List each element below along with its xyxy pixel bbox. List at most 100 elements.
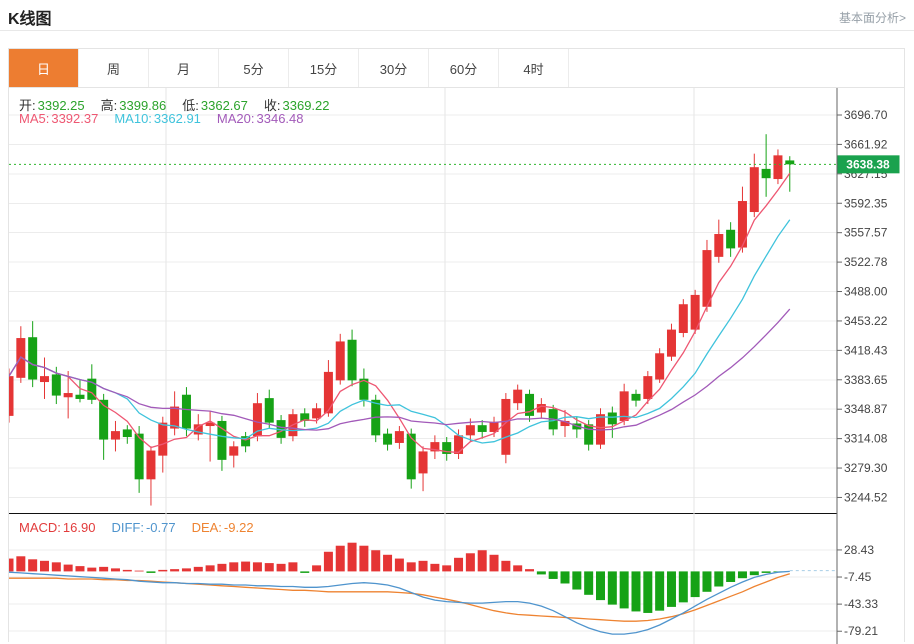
macd-histogram-bar — [277, 564, 286, 572]
macd-histogram-bar — [75, 566, 84, 571]
tab-60min[interactable]: 60分 — [429, 49, 499, 87]
macd-histogram-bar — [194, 567, 203, 572]
macd-histogram-bar — [561, 571, 570, 583]
macd-histogram-bar — [454, 558, 463, 572]
candle-body — [702, 250, 711, 307]
macd-histogram-bar — [395, 559, 404, 572]
macd-histogram-bar — [383, 555, 392, 572]
page-title: K线图 — [8, 5, 52, 29]
candle-body — [229, 446, 238, 455]
tab-day[interactable]: 日 — [9, 49, 79, 87]
tab-4hour[interactable]: 4时 — [499, 49, 569, 87]
candle-body — [182, 395, 191, 429]
macd-histogram-bar — [16, 556, 25, 571]
macd-histogram-bar — [738, 571, 747, 578]
tab-week[interactable]: 周 — [79, 49, 149, 87]
macd-histogram-bar — [702, 571, 711, 591]
macd-histogram-bar — [87, 568, 96, 572]
macd-histogram-bar — [572, 571, 581, 589]
candle-body — [383, 434, 392, 445]
macd-histogram-bar — [135, 571, 144, 572]
candle-body — [336, 341, 345, 380]
candle-body — [478, 425, 487, 432]
fundamental-analysis-link[interactable]: 基本面分析> — [839, 9, 906, 26]
macd-histogram-bar — [359, 546, 368, 572]
macd-histogram-bar — [336, 546, 345, 572]
macd-histogram-bar — [620, 571, 629, 608]
maRow-ma5: MA5:3392.37 — [19, 111, 98, 126]
candle-body — [667, 330, 676, 357]
macd-histogram-bar — [407, 562, 416, 571]
candle-body — [513, 390, 522, 404]
macd-histogram-bar — [608, 571, 617, 604]
price-axis-label: 3418.43 — [844, 343, 888, 357]
tab-5min[interactable]: 5分 — [219, 49, 289, 87]
macd-histogram-bar — [217, 564, 226, 572]
price-axis-label: 3314.08 — [844, 432, 888, 446]
candle-body — [454, 435, 463, 454]
kline-chart-surface[interactable]: 3696.703661.923627.153592.353557.573522.… — [9, 88, 904, 513]
macd-histogram-bar — [513, 565, 522, 571]
macd-histogram-bar — [182, 568, 191, 571]
tab-month[interactable]: 月 — [149, 49, 219, 87]
candle-body — [265, 398, 274, 423]
kline-widget: 日周月5分15分30分60分4时 开:3392.25高:3399.86低:336… — [8, 48, 905, 642]
macd-histogram-bar — [762, 571, 771, 573]
price-axis-label: 3488.00 — [844, 285, 888, 299]
macd-histogram-bar — [288, 562, 297, 571]
macd-histogram-bar — [537, 571, 546, 574]
tab-30min[interactable]: 30分 — [359, 49, 429, 87]
macd-axis-label: -79.21 — [844, 624, 878, 638]
page-header: K线图 基本面分析> — [0, 0, 914, 31]
candle-body — [631, 394, 640, 401]
price-axis-label: 3661.92 — [844, 137, 888, 151]
candle-body — [655, 353, 664, 379]
price-axis-label: 3279.30 — [844, 461, 888, 475]
macd-histogram-bar — [9, 559, 14, 572]
macd-histogram-bar — [726, 571, 735, 582]
macd-histogram-bar — [371, 550, 380, 571]
macd-histogram-bar — [667, 571, 676, 606]
macd-pane: MACD:16.90DIFF:-0.77DEA:-9.22 28.43-7.45… — [9, 513, 904, 644]
macd-histogram-bar — [64, 565, 73, 572]
macd-histogram-bar — [146, 571, 155, 573]
macdRow-diff: DIFF:-0.77 — [111, 520, 175, 535]
candle-body — [348, 340, 357, 381]
macd-histogram-bar — [40, 561, 49, 572]
candle-body — [419, 451, 428, 473]
macdRow-macd: MACD:16.90 — [19, 520, 95, 535]
current-price-label-text: 3638.38 — [846, 157, 890, 171]
price-axis-label: 3348.87 — [844, 402, 888, 416]
macd-histogram-bar — [466, 553, 475, 571]
macd-histogram-bar — [584, 571, 593, 594]
interval-tab-bar: 日周月5分15分30分60分4时 — [9, 49, 904, 88]
macd-histogram-bar — [679, 571, 688, 602]
macd-histogram-bar — [442, 565, 451, 571]
macd-histogram-bar — [99, 567, 108, 572]
macd-histogram-bar — [655, 571, 664, 610]
candle-body — [146, 451, 155, 480]
macd-histogram-bar — [750, 571, 759, 575]
macd-histogram-bar — [111, 568, 120, 571]
candlestick-pane: 开:3392.25高:3399.86低:3362.67收:3369.22 MA5… — [9, 88, 904, 513]
price-axis-label: 3244.52 — [844, 490, 888, 504]
candle-body — [111, 431, 120, 439]
candle-body — [773, 155, 782, 179]
macd-histogram-bar — [265, 563, 274, 571]
candle-body — [395, 431, 404, 443]
candle-body — [324, 372, 333, 413]
candle-body — [123, 429, 132, 437]
macd-histogram-bar — [419, 561, 428, 572]
candle-body — [9, 376, 14, 416]
price-axis-label: 3696.70 — [844, 108, 888, 122]
macd-histogram-bar — [253, 562, 262, 571]
price-axis-label: 3383.65 — [844, 373, 888, 387]
macd-histogram-bar — [478, 550, 487, 571]
ma5-line — [9, 173, 790, 452]
price-axis-label: 3453.22 — [844, 314, 888, 328]
tab-15min[interactable]: 15分 — [289, 49, 359, 87]
macd-info-row: MACD:16.90DIFF:-0.77DEA:-9.22 — [19, 520, 270, 535]
candle-body — [762, 169, 771, 178]
price-axis-label: 3592.35 — [844, 196, 888, 210]
candle-body — [40, 376, 49, 382]
